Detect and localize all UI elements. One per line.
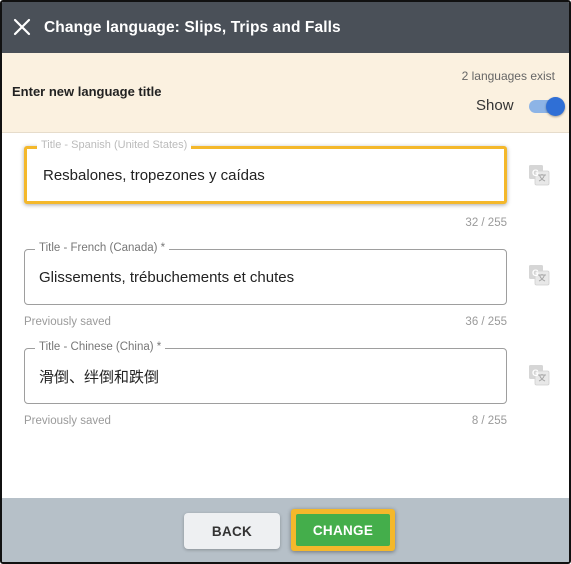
show-toggle[interactable] — [529, 97, 565, 116]
translate-icon[interactable]: G — [528, 264, 550, 286]
translate-icon[interactable]: G — [528, 364, 550, 386]
svg-text:G: G — [532, 168, 539, 178]
close-icon[interactable] — [10, 15, 34, 39]
svg-text:G: G — [532, 368, 539, 378]
change-language-dialog: Change language: Slips, Trips and Falls … — [0, 0, 571, 564]
chinese-title-field[interactable]: Title - Chinese (China) * — [24, 341, 507, 404]
french-helper-text: Previously saved — [24, 316, 111, 328]
spanish-title-input[interactable] — [27, 149, 504, 201]
chinese-char-counter: 8 / 255 — [471, 415, 507, 427]
french-title-input[interactable] — [25, 250, 506, 304]
french-title-field[interactable]: Title - French (Canada) * — [24, 242, 507, 305]
translate-icon[interactable]: G — [528, 164, 550, 186]
chinese-title-input[interactable] — [25, 349, 506, 403]
spanish-char-counter: 32 / 255 — [465, 217, 507, 229]
chinese-helper-text: Previously saved — [24, 415, 111, 427]
dialog-header: Change language: Slips, Trips and Falls — [2, 2, 569, 53]
show-label: Show — [476, 97, 514, 114]
languages-count: 2 languages exist — [461, 69, 555, 83]
svg-text:G: G — [532, 268, 539, 278]
toggle-knob — [546, 97, 565, 116]
french-char-counter: 36 / 255 — [465, 316, 507, 328]
dialog-footer: BACK CHANGE — [2, 498, 569, 562]
back-button[interactable]: BACK — [184, 513, 280, 549]
dialog-title: Change language: Slips, Trips and Falls — [44, 19, 341, 36]
infobar-title: Enter new language title — [12, 84, 162, 99]
change-button[interactable]: CHANGE — [296, 514, 390, 546]
change-button-highlight: CHANGE — [291, 509, 395, 551]
spanish-title-field[interactable]: Title - Spanish (United States) — [24, 139, 507, 204]
language-infobar: Enter new language title 2 languages exi… — [2, 53, 569, 133]
